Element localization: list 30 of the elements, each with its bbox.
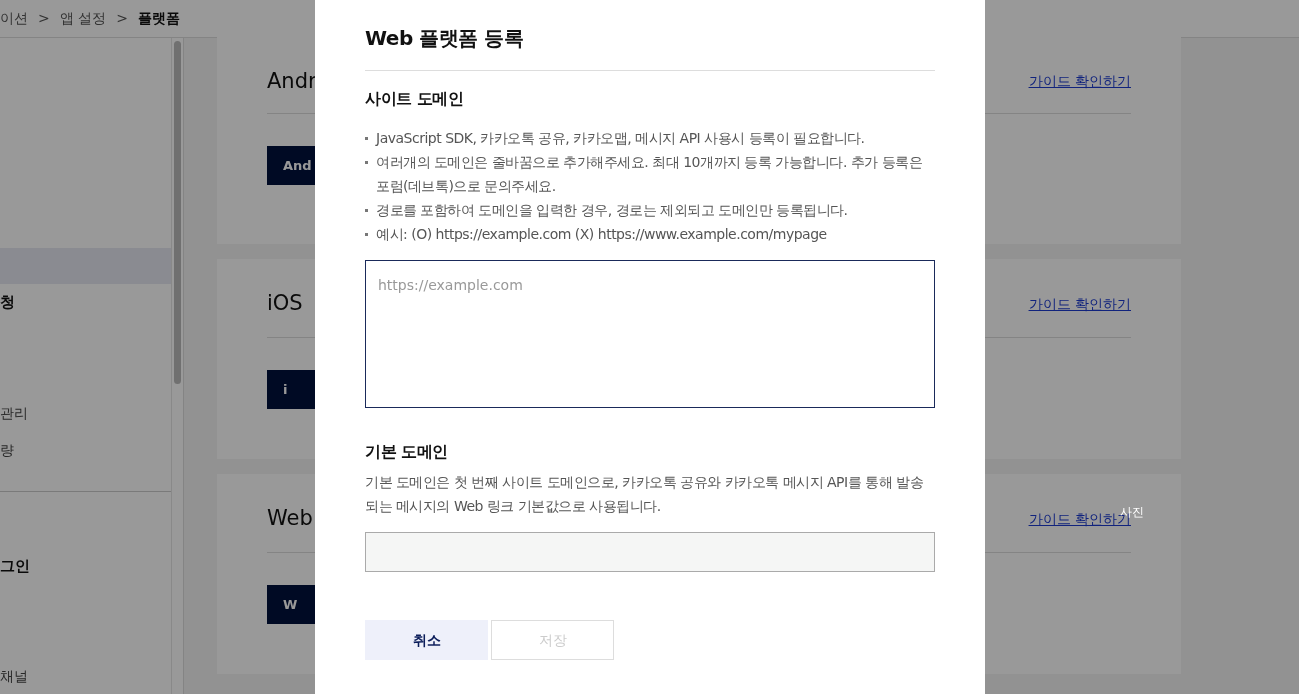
sidebar-item[interactable]: 청 [0, 284, 171, 320]
guide-link[interactable]: 가이드 확인하기 [1028, 71, 1131, 92]
note-text: JavaScript SDK, 카카오톡 공유, 카카오맵, 메시지 API 사용시 등록이 필요합니다. [365, 126, 935, 150]
breadcrumb-separator: > [116, 9, 128, 28]
sidebar-item[interactable]: 채널 [0, 658, 171, 694]
bullet-icon [365, 137, 368, 140]
breadcrumb-link[interactable]: 앱 설정 [59, 8, 107, 29]
modal-title: Web 플랫폼 등록 [365, 0, 935, 71]
bullet-icon [365, 233, 368, 236]
platform-title: Andr [267, 67, 317, 95]
platform-title: Web [267, 505, 313, 533]
guide-link[interactable]: 가이드 확인하기 [1028, 293, 1131, 315]
bullet-icon [365, 161, 368, 164]
scrollbar-thumb[interactable] [174, 41, 181, 384]
sidebar-item[interactable]: 량 [0, 432, 171, 468]
description-text: 기본 도메인은 첫 번째 사이트 도메인으로, 카카오톡 공유와 카카오톡 메시지 API를 통해 발송되는 메시지의 Web 링크 기본값으로 사용됩니다. [365, 473, 924, 516]
note-text: 예시: (O) https://example.com (X) https://www.example.com/mypage [365, 222, 935, 246]
bullet-icon [365, 209, 368, 212]
breadcrumb-link[interactable]: 플랫폼 [137, 8, 180, 29]
section-heading: 기본 도메인 [365, 441, 449, 463]
cancel-button[interactable]: 취소 [365, 620, 488, 660]
note-text: 여러개의 도메인은 줄바꿈으로 추가해주세요. 최대 10개까지 등록 가능합니다. 추가 등록은 포럼(데브톡)으로 문의주세요. [365, 150, 935, 198]
platform-title: iOS [267, 290, 303, 318]
section-heading: 사이트 도메인 [365, 88, 465, 110]
breadcrumb-separator: > [38, 9, 50, 28]
sidebar-item[interactable]: 그인 [0, 548, 171, 584]
breadcrumb-link[interactable]: 이션 [0, 8, 28, 29]
note-text: 경로를 포함하여 도메인을 입력한 경우, 경로는 제외되고 도메인만 등록됩니다. [365, 198, 935, 222]
domain-textarea[interactable]: https://example.com [365, 260, 935, 408]
sidebar-item[interactable]: 관리 [0, 396, 171, 432]
